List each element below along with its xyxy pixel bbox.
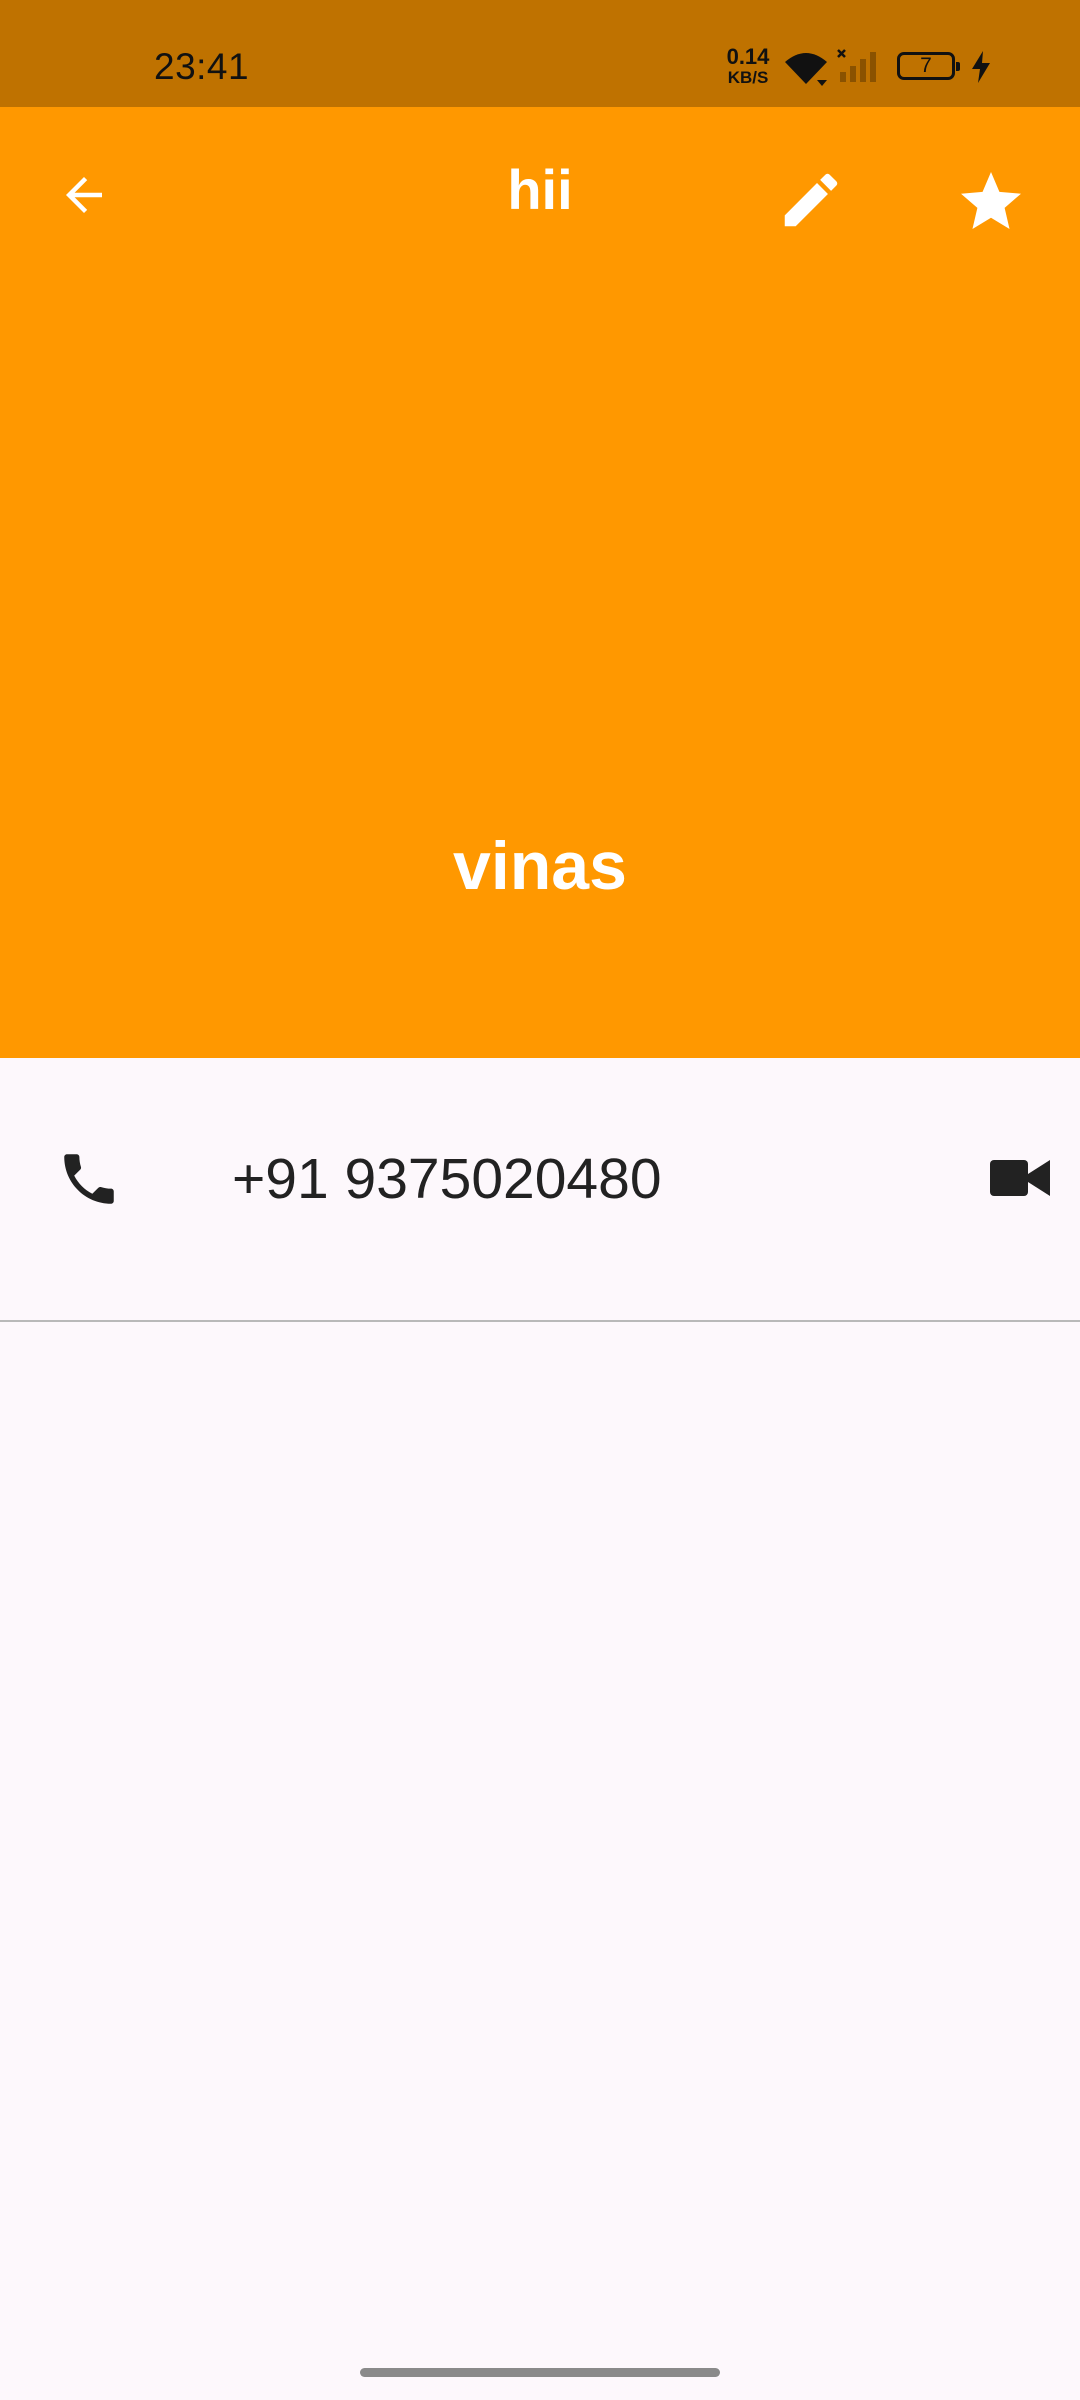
charging-icon [972, 51, 990, 83]
network-speed: 0.14 KB/S [722, 44, 774, 87]
favorite-button[interactable] [946, 157, 1036, 247]
phone-number[interactable]: +91 9375020480 [232, 1146, 662, 1212]
battery-level: 7 [920, 54, 932, 77]
video-call-icon[interactable] [990, 1156, 1050, 1200]
signal-icon [837, 49, 876, 82]
network-speed-value: 0.14 [726, 44, 770, 69]
header-title: hii [507, 158, 573, 221]
contact-name: vinas [453, 828, 627, 904]
phone-entry-row[interactable]: +91 9375020480 [0, 1058, 1080, 1320]
status-bar: 23:41 0.14 KB/S 7 [0, 0, 1080, 107]
divider [0, 1320, 1080, 1322]
edit-button[interactable] [766, 155, 856, 245]
back-button[interactable] [44, 155, 124, 235]
wifi-icon [785, 53, 827, 86]
back-arrow-icon [66, 177, 102, 213]
gesture-navigation-handle[interactable] [360, 2368, 720, 2377]
phone-icon[interactable] [56, 1146, 122, 1212]
edit-pencil-icon [784, 173, 838, 227]
network-speed-unit: KB/S [727, 68, 769, 87]
status-time: 23:41 [154, 46, 250, 87]
contact-header: hii vinas [0, 107, 1080, 1058]
star-icon [961, 172, 1021, 229]
battery-icon: 7 [897, 52, 960, 80]
